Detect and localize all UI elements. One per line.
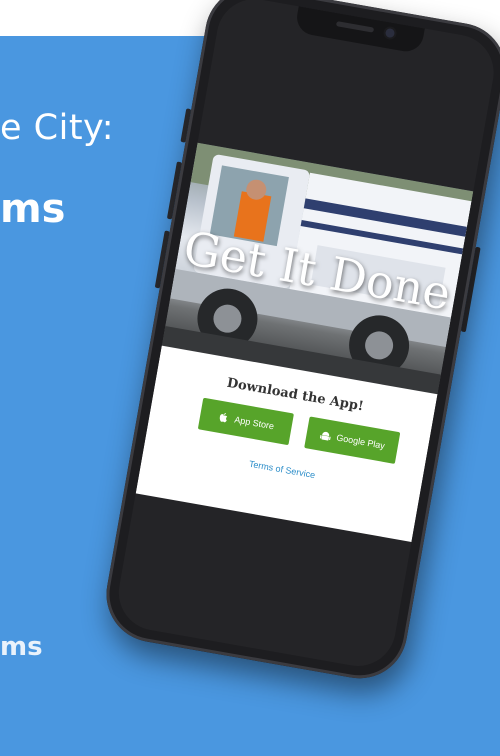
phone-screen: Get It Done Download the App! App Store bbox=[112, 0, 500, 672]
app-store-button[interactable]: App Store bbox=[197, 397, 294, 446]
phone-mockup: Get It Done Download the App! App Store bbox=[98, 0, 500, 686]
phone-mockup-stage: Get It Done Download the App! App Store bbox=[0, 0, 500, 728]
apple-icon bbox=[220, 413, 228, 423]
google-play-button[interactable]: Google Play bbox=[304, 416, 401, 464]
google-play-label: Google Play bbox=[335, 432, 386, 451]
front-camera bbox=[384, 27, 396, 39]
app-store-label: App Store bbox=[233, 414, 275, 432]
earpiece-speaker bbox=[335, 21, 375, 33]
android-icon bbox=[319, 431, 331, 441]
